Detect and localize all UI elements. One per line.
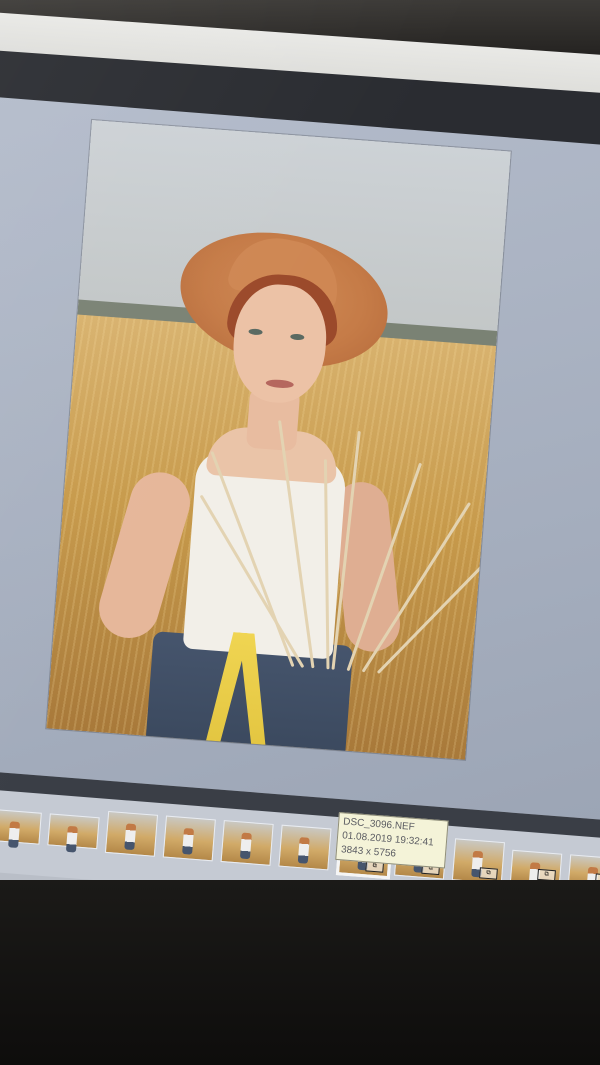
filmstrip-thumbnail[interactable]: ⧉ [451, 838, 505, 885]
filmstrip-thumbnail[interactable] [162, 815, 216, 862]
thumbnail-figure [124, 823, 137, 851]
filmstrip-thumbnail[interactable] [0, 808, 42, 849]
main-photo[interactable] [46, 120, 511, 760]
thumbnail-figure [8, 821, 21, 849]
desk-surface [0, 880, 600, 1065]
thumbnail-figure [239, 832, 252, 860]
edited-badge-icon: ⧉ [479, 867, 498, 880]
thumbnail-figure [65, 825, 78, 853]
thumbnail-figure [297, 837, 310, 864]
filmstrip-thumbnail[interactable] [47, 813, 100, 853]
thumbnail-figure [182, 827, 195, 855]
filmstrip-thumbnail[interactable] [104, 810, 159, 857]
thumbnail-tooltip: DSC_3096.NEF 01.08.2019 19:32:41 3843 x … [335, 812, 449, 869]
filmstrip-thumbnail[interactable] [278, 824, 332, 871]
filmstrip-thumbnail[interactable] [220, 820, 274, 866]
photo-wheat-bundle [199, 406, 511, 677]
